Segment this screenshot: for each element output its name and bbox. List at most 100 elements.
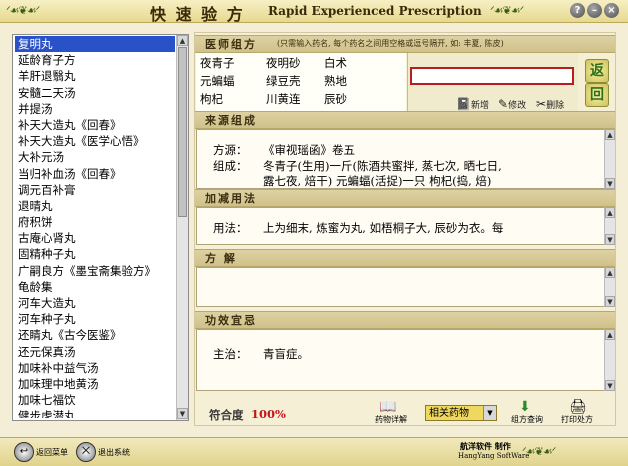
prescription-list-item[interactable]: 补天大造丸《回春》	[15, 117, 175, 133]
prescription-list-item[interactable]: 古庵心肾丸	[15, 230, 175, 246]
prescription-list-item[interactable]: 河车种子丸	[15, 311, 175, 327]
usage-scrollbar[interactable]: ▲ ▼	[604, 207, 615, 245]
scroll-thumb[interactable]	[178, 47, 187, 217]
scroll-up-arrow-icon[interactable]: ▲	[605, 207, 615, 218]
prescription-list-item[interactable]: 补天大造丸《医学心悟》	[15, 133, 175, 149]
prescription-list-item[interactable]: 大补元汤	[15, 149, 175, 165]
back-button-top[interactable]: 返	[585, 59, 609, 83]
notebook-icon: 📓	[456, 97, 471, 111]
prescription-list-item[interactable]: 安髓二天汤	[15, 85, 175, 101]
source-box: 方源： 《审视瑶函》卷五 组成： 冬青子(生用)一斤(陈酒共蜜拌, 蒸七次, 晒…	[196, 129, 606, 189]
prescription-list-item[interactable]: 河车大造丸	[15, 295, 175, 311]
explain-scrollbar[interactable]: ▲ ▼	[604, 267, 615, 307]
scroll-up-arrow-icon[interactable]: ▲	[605, 329, 615, 340]
herb-input-area: 📓新增 ✎修改 ✂删除	[407, 53, 578, 115]
prescription-list-item[interactable]: 龟龄集	[15, 279, 175, 295]
formula-query-label: 组方查询	[511, 415, 543, 424]
edit-button[interactable]: ✎修改	[498, 97, 526, 111]
decorative-vine-left-icon: ᐟ☙❦☙ᐟ	[6, 4, 40, 17]
effect-section-header: 功效宜忌	[195, 311, 615, 329]
related-drugs-value: 相关药物	[429, 408, 469, 419]
delete-button-label: 删除	[546, 101, 565, 111]
herb-input-field[interactable]	[410, 67, 574, 85]
scroll-down-arrow-icon[interactable]: ▼	[177, 408, 188, 419]
prescription-list-panel: 复明丸 延龄育子方 羊肝退翳丸 安髓二天汤 并提汤 补天大造丸《回春》 补天大造丸《医学心悟…	[12, 34, 189, 421]
scroll-up-arrow-icon[interactable]: ▲	[605, 267, 615, 278]
prescription-list-item[interactable]: 并提汤	[15, 101, 175, 117]
exit-system-label: 退出系统	[98, 448, 130, 457]
usage-header-label: 加减用法	[205, 192, 257, 205]
usage-text: 上为细末, 炼蜜为丸, 如梧桐子大, 辰砂为衣。每	[263, 221, 504, 235]
effect-label: 主治：	[213, 347, 248, 361]
eraser-icon: ✂	[536, 97, 547, 111]
back-button-bottom[interactable]: 回	[585, 83, 609, 107]
back-arrow-icon: ↩	[14, 442, 34, 462]
prescription-list-item[interactable]: 还元保真汤	[15, 344, 175, 360]
scroll-down-arrow-icon[interactable]: ▼	[605, 234, 615, 245]
herb-item: 元蝙蝠	[200, 74, 235, 88]
source-header-label: 来源组成	[205, 114, 257, 127]
print-button[interactable]: 🖨 打印处方	[559, 399, 603, 424]
delete-button[interactable]: ✂删除	[536, 97, 564, 111]
herb-item: 枸杞	[200, 92, 223, 106]
prescription-list-item[interactable]: 加味七福饮	[15, 392, 175, 408]
prescription-list-item[interactable]: 加味补中益气汤	[15, 360, 175, 376]
app-title: 快 速 验 方	[150, 5, 245, 24]
prescription-list-item[interactable]: 广嗣良方《墨宝斋集验方》	[15, 263, 175, 279]
scroll-up-arrow-icon[interactable]: ▲	[605, 129, 615, 140]
scroll-down-arrow-icon[interactable]: ▼	[605, 178, 615, 189]
exit-icon: ⨉	[76, 442, 96, 462]
app-subtitle: Rapid Experienced Prescription	[268, 4, 482, 18]
prescription-list-item[interactable]: 健步虎潜丸	[15, 408, 175, 418]
scroll-down-arrow-icon[interactable]: ▼	[605, 380, 615, 391]
effect-text: 青盲症。	[263, 347, 309, 361]
exit-system-button[interactable]: ⨉ 退出系统	[76, 442, 136, 462]
explain-header-label: 方 解	[205, 252, 237, 265]
maker-en-label: HangYang SoftWare	[458, 452, 530, 460]
prescription-list-item[interactable]: 羊肝退翳丸	[15, 68, 175, 84]
formula-hint: (只需输入药名, 每个药名之间用空格或逗号隔开, 如: 丰夏, 陈皮)	[277, 39, 504, 48]
back-menu-button[interactable]: ↩ 返回菜单	[14, 442, 74, 462]
formula-query-button[interactable]: ⬇ 组方查询	[509, 399, 553, 424]
match-value: 100%	[251, 407, 286, 421]
prescription-list-item[interactable]: 府积饼	[15, 214, 175, 230]
prescription-list-item[interactable]: 加味理中地黄汤	[15, 376, 175, 392]
herb-grid: 夜青子 夜明砂 白术 元蝙蝠 绿豆壳 熟地 枸杞 川黄连 辰砂	[196, 53, 406, 115]
prescription-list-item[interactable]: 固精种子丸	[15, 246, 175, 262]
edit-button-label: 修改	[508, 101, 527, 111]
herb-item: 川黄连	[266, 92, 301, 106]
minimize-button[interactable]: –	[587, 3, 602, 18]
match-label: 符合度	[209, 408, 244, 422]
list-scrollbar[interactable]: ▲ ▼	[176, 35, 188, 420]
related-drugs-select[interactable]: 相关药物 ▼	[425, 405, 497, 421]
source-scrollbar[interactable]: ▲ ▼	[604, 129, 615, 189]
herb-item: 夜明砂	[266, 56, 301, 70]
effect-header-label: 功效宜忌	[205, 314, 257, 327]
scroll-up-arrow-icon[interactable]: ▲	[177, 35, 188, 46]
close-button[interactable]: ×	[604, 3, 619, 18]
chevron-down-icon[interactable]: ▼	[483, 406, 496, 420]
prescription-list-item[interactable]: 当归补血汤《回春》	[15, 166, 175, 182]
title-bar: ᐟ☙❦☙ᐟ 快 速 验 方 Rapid Experienced Prescrip…	[0, 0, 628, 24]
source-section-header: 来源组成	[195, 111, 615, 129]
add-button[interactable]: 📓新增	[456, 97, 489, 111]
drug-detail-button[interactable]: 📖 药物详解	[375, 399, 415, 424]
herb-item: 白术	[324, 56, 347, 70]
status-bar: ↩ 返回菜单 ⨉ 退出系统 航洋软件 制作 HangYang SoftWare …	[0, 437, 628, 466]
book-icon: 📖	[379, 399, 397, 415]
explain-box	[196, 267, 606, 307]
source-value: 《审视瑶函》卷五	[263, 143, 355, 157]
prescription-list-item[interactable]: 复明丸	[15, 36, 175, 53]
prescription-list-item[interactable]: 延龄育子方	[15, 52, 175, 68]
scroll-down-arrow-icon[interactable]: ▼	[605, 296, 615, 307]
prescription-list-item[interactable]: 退晴丸	[15, 198, 175, 214]
drug-detail-label: 药物详解	[375, 415, 407, 424]
add-button-label: 新增	[470, 101, 489, 111]
prescription-list[interactable]: 复明丸 延龄育子方 羊肝退翳丸 安髓二天汤 并提汤 补天大造丸《回春》 补天大造丸《医学心悟…	[15, 36, 175, 418]
prescription-list-item[interactable]: 还睛丸《古今医鉴》	[15, 327, 175, 343]
herb-item: 绿豆壳	[266, 74, 301, 88]
prescription-list-item[interactable]: 调元百补膏	[15, 182, 175, 198]
detail-panel: 医师组方 (只需输入药名, 每个药名之间用空格或逗号隔开, 如: 丰夏, 陈皮)…	[194, 32, 616, 426]
effect-scrollbar[interactable]: ▲ ▼	[604, 329, 615, 391]
help-button[interactable]: ?	[570, 3, 585, 18]
